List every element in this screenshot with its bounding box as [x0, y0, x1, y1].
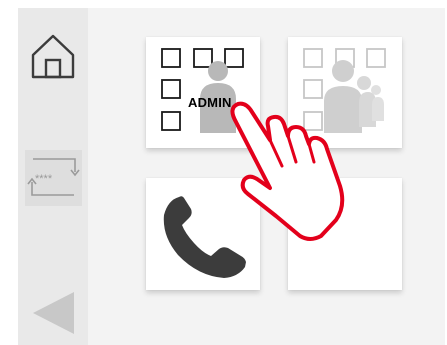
users-grid-icon [303, 48, 386, 133]
call-tile[interactable] [146, 178, 260, 290]
empty-tile [288, 178, 402, 290]
pin-reset-icon: **** [25, 150, 82, 206]
admin-label: ADMIN [188, 95, 232, 110]
admin-tile[interactable]: ADMIN [146, 37, 260, 148]
home-button[interactable] [28, 31, 78, 81]
pin-mask-text: **** [35, 173, 53, 185]
admin-grid-person-icon [161, 48, 244, 133]
phone-icon [163, 196, 246, 278]
home-icon [31, 34, 75, 79]
pin-reset-button[interactable]: **** [25, 150, 82, 206]
users-tile[interactable] [288, 37, 402, 148]
back-button[interactable] [30, 290, 80, 338]
back-arrow-icon [33, 292, 74, 334]
